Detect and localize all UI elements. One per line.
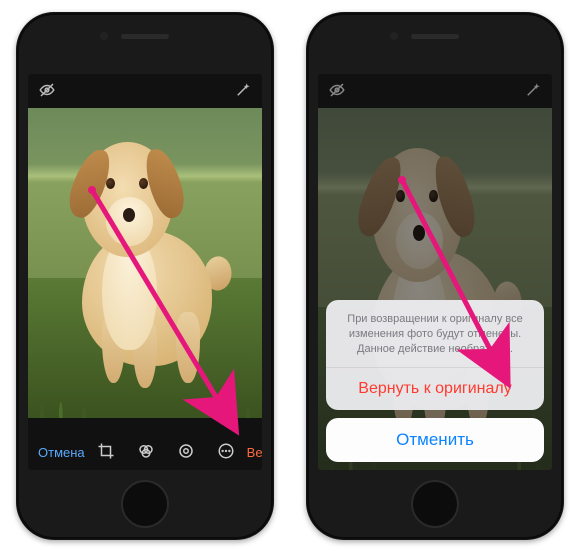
revert-to-original-button[interactable]: Вернуть к оригиналу [326,368,544,410]
action-sheet: При возвращении к оригиналу все изменени… [326,300,544,462]
comparison-stage: Отмена Вернуть [0,0,580,551]
more-icon[interactable] [217,442,235,460]
crop-icon[interactable] [97,442,115,460]
device-speaker [411,34,459,39]
photo-canvas[interactable] [28,108,262,418]
eye-off-icon[interactable] [38,81,56,99]
screen-right: При возвращении к оригиналу все изменени… [318,74,552,470]
editor-bottombar: Отмена Вернуть [28,408,262,470]
iphone-device-left: Отмена Вернуть [16,12,274,540]
cancel-button[interactable]: Отмена [38,445,85,460]
device-camera [390,32,398,40]
home-button[interactable] [121,480,169,528]
action-sheet-cancel-button[interactable]: Отменить [326,418,544,462]
revert-button[interactable]: Вернуть [247,445,262,460]
action-sheet-message: При возвращении к оригиналу все изменени… [326,300,544,368]
puppy-photo [28,108,262,418]
filters-icon[interactable] [137,442,155,460]
home-button[interactable] [411,480,459,528]
editor-topbar [28,74,262,106]
screen-left: Отмена Вернуть [28,74,262,470]
action-sheet-card: При возвращении к оригиналу все изменени… [326,300,544,410]
device-speaker [121,34,169,39]
iphone-device-right: При возвращении к оригиналу все изменени… [306,12,564,540]
device-camera [100,32,108,40]
tool-row [97,442,235,460]
magic-wand-icon[interactable] [234,81,252,99]
adjust-icon[interactable] [177,442,195,460]
